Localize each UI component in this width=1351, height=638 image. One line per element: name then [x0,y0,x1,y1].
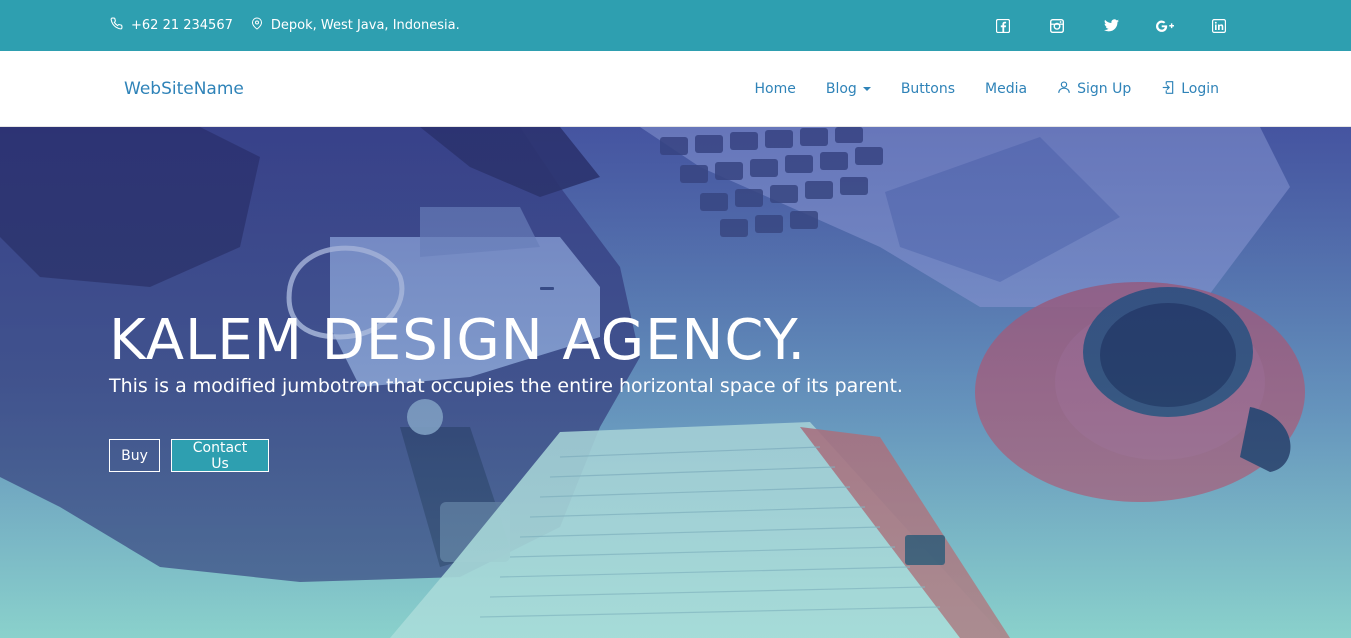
hero-jumbotron: KALEM DESIGN AGENCY. This is a modified … [0,127,1351,638]
user-icon [1057,80,1077,98]
twitter-icon[interactable] [1091,19,1131,32]
social-links [983,0,1239,51]
google-plus-icon[interactable] [1145,19,1185,33]
phone-number: +62 21 234567 [131,18,233,33]
nav-signup-label: Sign Up [1077,81,1132,97]
nav-login-label: Login [1181,81,1219,97]
hero-title: KALEM DESIGN AGENCY. [109,308,807,373]
location-text: Depok, West Java, Indonesia. [270,18,460,33]
nav-home[interactable]: Home [755,81,796,97]
nav-login[interactable]: Login [1161,80,1219,99]
nav-buttons-label: Buttons [900,81,956,97]
nav-signup[interactable]: Sign Up [1057,80,1131,98]
hero-subtitle: This is a modified jumbotron that occupi… [109,375,903,397]
facebook-icon[interactable] [983,18,1023,33]
nav-media[interactable]: Media [985,81,1027,97]
hero-content: KALEM DESIGN AGENCY. This is a modified … [109,308,903,472]
phone-icon [110,17,131,34]
brand-link[interactable]: WebSiteName [124,51,244,127]
login-icon [1161,80,1181,99]
hero-buttons: Buy Contact Us [109,439,269,472]
nav-menu: Home Blog Buttons Media Sign Up Login [755,51,1219,127]
linkedin-icon[interactable] [1199,18,1239,33]
instagram-icon[interactable] [1037,18,1077,33]
map-pin-icon [251,17,271,34]
nav-home-label: Home [754,81,796,97]
top-bar: +62 21 234567 Depok, West Java, Indonesi… [0,0,1351,51]
caret-down-icon [862,87,871,91]
contact-info: +62 21 234567 Depok, West Java, Indonesi… [110,0,478,51]
nav-blog-dropdown[interactable]: Blog [826,81,871,97]
nav-media-label: Media [985,81,1028,97]
phone-item: +62 21 234567 [110,17,233,34]
contact-us-button[interactable]: Contact Us [171,439,269,472]
location-item: Depok, West Java, Indonesia. [251,17,460,34]
nav-buttons[interactable]: Buttons [901,81,955,97]
main-navbar: WebSiteName Home Blog Buttons Media Sign… [0,51,1351,127]
buy-button[interactable]: Buy [109,439,160,472]
nav-blog-label: Blog [825,81,857,97]
